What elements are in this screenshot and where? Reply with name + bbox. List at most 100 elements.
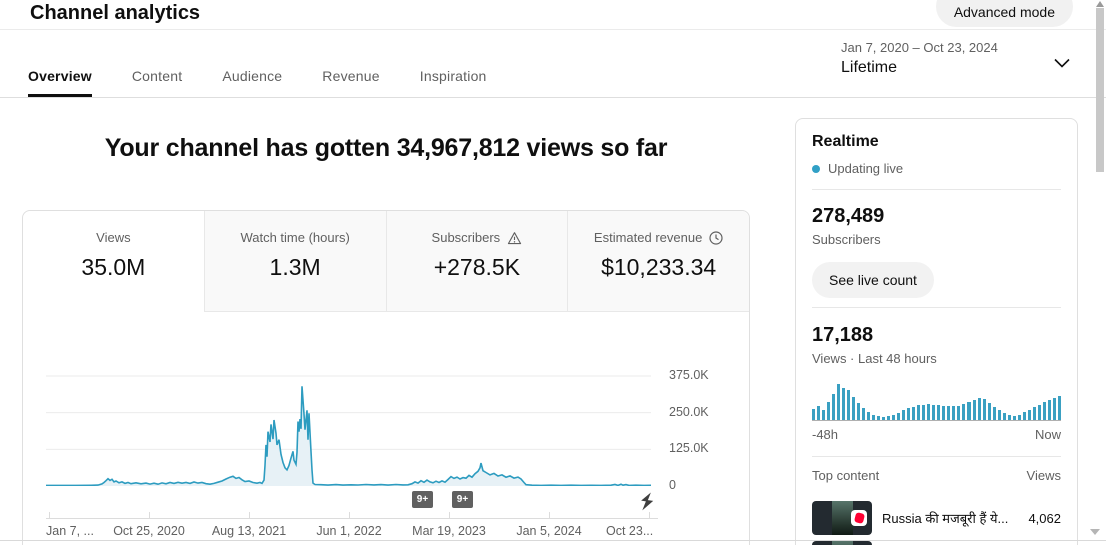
divider <box>812 456 1061 457</box>
realtime-bar <box>847 390 850 420</box>
video-views: 4,062 <box>1028 511 1061 526</box>
overview-analytics-card: Views35.0M Watch time (hours) 1.3M Subscrib… <box>22 210 750 545</box>
see-live-count-button[interactable]: See live count <box>812 262 934 298</box>
viewport-bottom-edge <box>0 540 1106 541</box>
x-axis-label: Mar 19, 2023 <box>412 524 486 538</box>
shorts-icon[interactable] <box>639 492 655 512</box>
realtime-bar-chart[interactable] <box>812 382 1061 421</box>
divider <box>812 189 1061 190</box>
video-thumbnail[interactable] <box>812 541 872 545</box>
realtime-bar <box>1048 400 1051 420</box>
x-axis-label: Oct 25, 2020 <box>113 524 185 538</box>
realtime-bar <box>887 416 890 420</box>
realtime-views-count: 17,188 <box>812 324 873 347</box>
axis-left-label: -48h <box>812 427 838 442</box>
realtime-bar <box>872 415 875 420</box>
advanced-mode-button[interactable]: Advanced mode <box>936 0 1073 27</box>
realtime-views-label: Views · Last 48 hours <box>812 351 937 366</box>
thumbnail-image <box>832 501 853 535</box>
tab-overview[interactable]: Overview <box>28 68 92 97</box>
x-axis-label: Jan 7, ... <box>46 524 94 538</box>
tab-content[interactable]: Content <box>132 68 182 97</box>
y-axis-label: 250.0K <box>669 405 709 419</box>
realtime-bar <box>827 402 830 420</box>
chart-event-badge[interactable]: 9+ <box>452 491 473 508</box>
realtime-bar <box>912 407 915 420</box>
metric-value: $10,233.34 <box>601 254 716 281</box>
metric-card-subscribers[interactable]: Subscribers+278.5K <box>386 211 568 312</box>
metric-label: Subscribers <box>432 230 501 245</box>
date-range-text: Jan 7, 2020 – Oct 23, 2024 <box>841 40 1073 55</box>
realtime-bar <box>942 406 945 420</box>
realtime-bar <box>867 412 870 420</box>
realtime-bar <box>892 415 895 420</box>
realtime-bar <box>862 408 865 420</box>
realtime-subscriber-count: 278,489 <box>812 205 884 228</box>
tab-audience[interactable]: Audience <box>222 68 282 97</box>
chart-event-badge[interactable]: 9+ <box>412 491 433 508</box>
realtime-bar <box>973 400 976 420</box>
metric-value: 1.3M <box>270 254 321 281</box>
realtime-bar <box>897 413 900 420</box>
realtime-bar <box>837 384 840 420</box>
tab-revenue[interactable]: Revenue <box>322 68 379 97</box>
metric-card-estimated-revenue[interactable]: Estimated revenue$10,233.34 <box>567 211 749 312</box>
realtime-bar <box>927 404 930 420</box>
realtime-title: Realtime <box>812 133 879 151</box>
realtime-bar <box>962 404 965 420</box>
page-title: Channel analytics <box>30 2 200 25</box>
realtime-bar <box>1003 413 1006 420</box>
realtime-bar <box>998 410 1001 420</box>
views-line-chart[interactable] <box>46 361 651 486</box>
metric-card-views[interactable]: Views35.0M <box>23 211 204 312</box>
date-range-picker[interactable]: Jan 7, 2020 – Oct 23, 2024 Lifetime <box>841 40 1073 77</box>
metric-label: Views <box>96 230 130 245</box>
x-axis-label: Jun 1, 2022 <box>316 524 381 538</box>
warning-icon <box>507 231 522 245</box>
scrollbar-thumb[interactable] <box>1096 8 1104 172</box>
top-content-row-partial[interactable] <box>812 541 1061 545</box>
video-thumbnail[interactable] <box>812 501 872 535</box>
realtime-bar <box>917 405 920 420</box>
x-axis-label: Aug 13, 2021 <box>212 524 286 538</box>
top-content-header: Top content Views <box>812 468 1061 483</box>
realtime-bar <box>1058 396 1061 420</box>
realtime-bar <box>932 405 935 420</box>
realtime-bar <box>967 402 970 420</box>
realtime-bar <box>983 399 986 420</box>
realtime-bar <box>937 405 940 420</box>
clock-icon <box>709 231 723 245</box>
y-axis-label: 0 <box>669 478 676 492</box>
realtime-bar <box>947 406 950 420</box>
realtime-bar <box>882 417 885 420</box>
realtime-bar <box>1008 415 1011 420</box>
metric-label: Watch time (hours) <box>240 230 349 245</box>
realtime-bar <box>1023 412 1026 420</box>
realtime-bar <box>1038 405 1041 420</box>
realtime-bar <box>993 407 996 420</box>
realtime-bar <box>988 403 991 420</box>
top-content-row[interactable]: Russia की मजबूरी हैं ये...4,062 <box>812 501 1061 535</box>
scrollbar-up-arrow[interactable] <box>1096 1 1104 7</box>
tab-inspiration[interactable]: Inspiration <box>420 68 487 97</box>
realtime-status-label: Updating live <box>828 161 903 176</box>
headline: Your channel has gotten 34,967,812 views… <box>22 134 750 163</box>
axis-right-label: Now <box>1035 427 1061 442</box>
thumbnail-image <box>832 541 853 545</box>
y-axis-label: 375.0K <box>669 368 709 382</box>
realtime-bar <box>877 416 880 420</box>
metric-card-watch-time-hours[interactable]: Watch time (hours) 1.3M <box>204 211 386 312</box>
realtime-bar <box>857 403 860 420</box>
realtime-bar <box>1033 407 1036 420</box>
realtime-bar <box>1043 402 1046 420</box>
realtime-axis: -48h Now <box>812 427 1061 442</box>
live-dot-icon <box>812 165 820 173</box>
chevron-down-icon <box>1053 58 1071 68</box>
realtime-bar <box>978 398 981 420</box>
top-content-title: Top content <box>812 468 879 483</box>
realtime-bar <box>852 397 855 420</box>
tabs-container: Overview Content Audience Revenue Inspiratio… <box>28 68 487 97</box>
realtime-status: Updating live <box>812 161 903 176</box>
top-content-views-header: Views <box>1027 468 1061 483</box>
realtime-bar <box>1028 410 1031 420</box>
